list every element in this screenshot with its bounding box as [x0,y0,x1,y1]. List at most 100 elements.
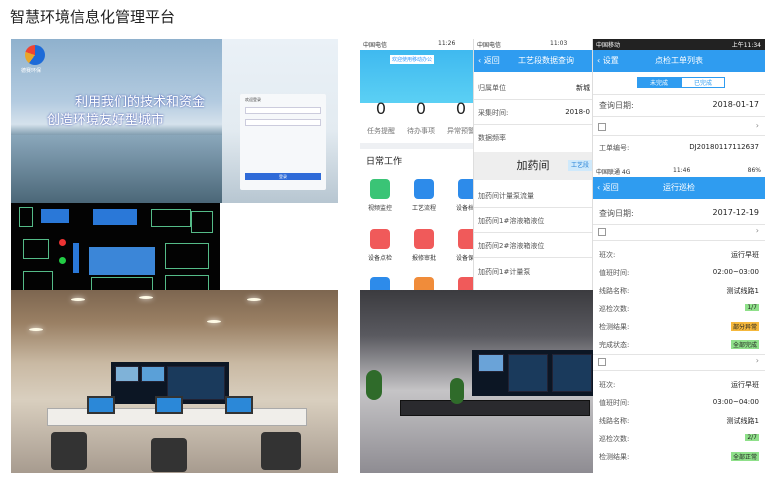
ceiling-light [29,328,43,331]
tab-done[interactable]: 已完成 [681,77,725,88]
shift-value: 运行早班 [731,251,759,259]
app-label[interactable]: 报修审批 [404,253,444,262]
carrier-label: 中国联通 4G [596,169,631,176]
app-label[interactable]: 视频监控 [360,203,400,212]
carrier-label: 中国移动 [596,42,621,49]
route-label: 线路名称: [599,287,630,295]
divider [593,94,765,95]
shift-label: 班次: [599,381,616,389]
chevron-right-icon[interactable]: › [756,226,759,235]
monitor [155,396,183,414]
carrier-label: 中国电信 [363,42,388,49]
divider [360,143,475,149]
video-wall-tile [167,366,225,400]
phone-home-screen: 中国电信 11:26 欢迎使用移动办公 0 0 0 任务提醒 待办事项 异常预警… [360,39,475,290]
chair [51,432,87,470]
list-item[interactable]: 加药间2#溶液箱液位 [474,241,592,251]
count-label: 巡检次数: [599,435,630,443]
process-flow-icon[interactable] [414,179,434,199]
app-label[interactable]: 设备档案 [448,203,475,212]
counter-value[interactable]: 0 [404,99,438,118]
duty-time-label: 值班时间: [599,399,630,407]
done-label: 完成状态: [599,341,630,349]
alarm-indicator-icon [59,239,66,246]
control-room-photo-1 [11,290,338,473]
chevron-right-icon[interactable]: › [756,121,759,130]
duty-time-value: 03:00~04:00 [712,398,759,406]
divider [474,257,592,258]
field-value[interactable]: 新城 [576,83,590,93]
company-logo-icon [25,45,45,65]
banner-text: 欢迎使用移动办公 [390,55,435,64]
password-field[interactable] [245,119,321,126]
counter-value[interactable]: 0 [364,99,398,118]
scada-panel [165,243,209,269]
more-app-icon[interactable] [414,277,434,290]
scada-tank [41,209,69,223]
scada-panel [191,211,213,233]
chevron-right-icon[interactable]: › [756,356,759,365]
nav-title: 工艺段数据查询 [518,56,574,65]
ceiling-light [71,298,85,301]
phone-inspection: 中国联通 4G 11:46 86% ‹ 返回 运行巡检 查询日期: 2017-12-… [592,166,765,473]
list-item[interactable]: 加药间计量泵流量 [474,191,592,201]
divider [474,124,592,125]
result-badge: 全部正常 [730,452,759,461]
list-item[interactable]: 加药间1#计量泵 [474,267,592,277]
ceiling-light [247,298,261,301]
monitor [87,396,115,414]
field-label: 归属单位 [478,84,506,92]
result-badge: 部分异常 [730,322,759,331]
list-item[interactable]: 加药间1#溶液箱液位 [474,216,592,226]
monitor [225,396,253,414]
app-label[interactable]: 设备保养 [448,253,475,262]
login-button[interactable]: 登录 [245,173,321,180]
control-room-photo-2 [360,290,593,473]
status-bar: 中国电信 11:26 [360,39,475,50]
login-form-title: 欢迎登录 [245,97,261,102]
status-bar: 中国电信 11:03 [474,39,592,50]
shift-label: 班次: [599,251,616,259]
duty-time-value: 02:00~03:00 [712,268,759,276]
query-date-value[interactable]: 2017-12-19 [713,208,760,217]
divider [593,116,765,117]
video-wall-tile [552,354,592,392]
count-badge: 2/7 [745,434,759,441]
counter-value[interactable]: 0 [444,99,475,118]
operator-desk [400,400,590,416]
divider [593,354,765,355]
tab-pending[interactable]: 未完成 [637,77,681,88]
carrier-label: 中国电信 [477,42,502,49]
field-label: 数据频率 [478,134,506,142]
divider [593,240,765,241]
field-value[interactable]: 2018-0 [565,108,590,116]
back-button[interactable]: ‹ 返回 [478,55,500,66]
video-monitor-icon[interactable] [370,179,390,199]
counter-label: 异常预警 [447,127,475,135]
nav-title: 点检工单列表 [655,56,703,65]
ceiling-light [139,296,153,299]
plant-decoration [366,370,382,400]
divider [474,99,592,100]
section-chip[interactable]: 工艺段 [567,160,592,171]
repair-approval-icon[interactable] [414,229,434,249]
app-label[interactable]: 设备点检 [360,253,400,262]
plant-decoration [450,378,464,404]
equipment-check-icon[interactable] [370,229,390,249]
document-icon [598,123,606,131]
chair [261,432,301,470]
app-label[interactable]: 工艺流程 [404,203,444,212]
nav-title: 运行巡检 [663,183,695,192]
result-label: 检测结果: [599,453,630,461]
more-app-icon[interactable] [370,277,390,290]
status-time: 11:03 [550,40,568,47]
query-date-value[interactable]: 2018-01-17 [713,100,760,109]
counter-label: 任务提醒 [367,127,395,135]
scada-basin [89,247,155,275]
nav-bar: ‹ 设置 点检工单列表 [593,50,765,72]
status-bar: 中国联通 4G 11:46 86% [593,166,765,177]
username-field[interactable] [245,107,321,114]
back-label: 返回 [483,56,500,65]
status-bar: 中国移动 上午11:34 [593,39,765,50]
scada-panel [19,207,33,227]
